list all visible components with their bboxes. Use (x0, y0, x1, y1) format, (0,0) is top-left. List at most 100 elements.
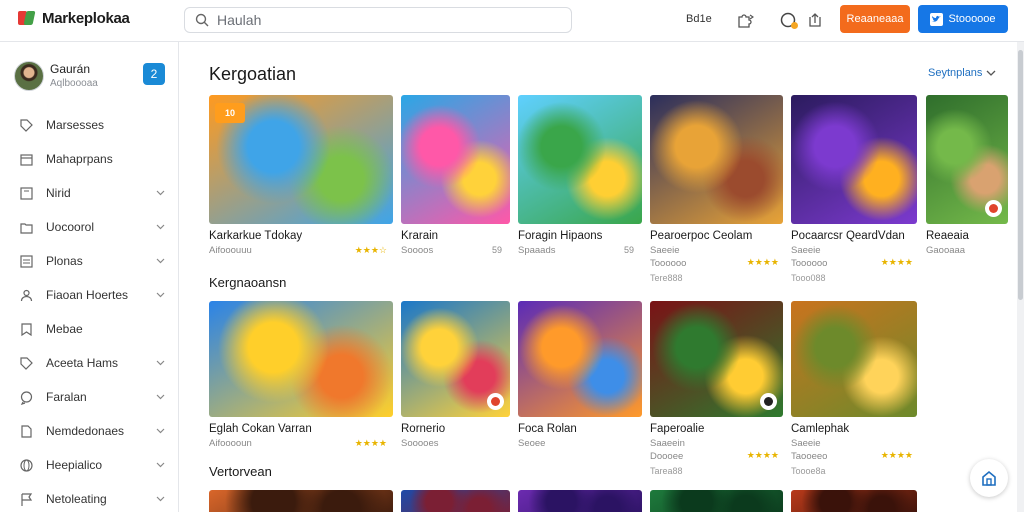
game-thumbnail[interactable] (401, 301, 510, 417)
game-art (791, 95, 917, 224)
game-thumbnail[interactable] (791, 95, 917, 224)
game-thumbnail[interactable] (401, 490, 510, 512)
game-art (209, 301, 393, 417)
game-title: Pearoerpoc Ceolam (650, 230, 753, 242)
game-thumbnail[interactable] (518, 490, 642, 512)
record-icon[interactable] (985, 200, 1002, 217)
game-subtitle-2: Toooooo (791, 258, 828, 269)
chevron-down-icon[interactable] (155, 256, 165, 266)
sidebar-item[interactable]: Aceeta Hams (0, 346, 179, 380)
game-art (650, 490, 783, 512)
game-extra: Tooo088 (791, 273, 826, 283)
calendar-icon (19, 152, 34, 167)
game-title: Eglah Cokan Varran (209, 423, 312, 435)
search-input[interactable] (217, 12, 547, 28)
record-icon[interactable] (487, 393, 504, 410)
sidebar-item-label: Heepialico (46, 458, 103, 472)
rating-stars: ★★★★ (746, 257, 779, 267)
game-art (401, 95, 510, 224)
avatar (14, 61, 44, 91)
game-thumbnail[interactable] (209, 301, 393, 417)
sidebar-item[interactable]: Plonas (0, 244, 179, 278)
game-subtitle: Saeeie (791, 438, 821, 449)
game-meta: 59 (623, 245, 634, 255)
game-thumbnail[interactable] (401, 95, 510, 224)
sidebar-item[interactable]: Netoleating (0, 482, 179, 512)
sidebar-item[interactable]: Marsesses (0, 108, 179, 142)
section-title: Vertorvean (209, 464, 272, 479)
orange-action-button[interactable]: Reaaneaaa (840, 5, 910, 33)
sidebar-item[interactable]: Faralan (0, 380, 179, 414)
app-name: Markeplokaa (42, 9, 130, 27)
sidebar-item-label: Plonas (46, 254, 83, 268)
sidebar-item[interactable]: Heepialico (0, 448, 179, 482)
game-extra: Tere888 (650, 273, 683, 283)
game-thumbnail[interactable] (650, 490, 783, 512)
sidebar-item[interactable]: Mahaprpans (0, 142, 179, 176)
chevron-down-icon[interactable] (155, 358, 165, 368)
count-badge[interactable]: 2 (143, 63, 165, 85)
puzzle-icon[interactable] (734, 9, 756, 31)
chevron-down-icon[interactable] (155, 188, 165, 198)
logo-icon (18, 9, 36, 27)
chevron-down-icon[interactable] (155, 392, 165, 402)
game-extra: Toooe8a (791, 466, 826, 476)
sidebar-item-label: Uocoorol (46, 220, 95, 234)
top-link[interactable]: Bd1e (686, 13, 712, 25)
scrollbar[interactable] (1017, 42, 1024, 512)
game-thumbnail[interactable] (791, 490, 917, 512)
globe-icon (19, 458, 34, 473)
grid-icon (19, 186, 34, 201)
game-thumbnail[interactable] (518, 95, 642, 224)
game-title: Karkarkue Tdokay (209, 230, 303, 242)
game-art (650, 95, 783, 224)
game-thumbnail[interactable] (518, 301, 642, 417)
chevron-down-icon[interactable] (155, 426, 165, 436)
sidebar-item-label: Aceeta Hams (46, 356, 119, 370)
upload-icon[interactable] (804, 9, 826, 31)
game-thumbnail[interactable] (650, 301, 783, 417)
game-subtitle: Saeeie (791, 245, 821, 256)
chevron-down-icon[interactable] (155, 222, 165, 232)
record-icon[interactable] (760, 393, 777, 410)
main-content: Kergoatian Seytnplans Kergnaoansn Vertor… (179, 42, 1024, 512)
sidebar-item-label: Fiaoan Hoertes (46, 288, 129, 302)
scroll-thumb[interactable] (1018, 50, 1023, 300)
game-art (518, 490, 642, 512)
app-logo[interactable]: Markeplokaa (18, 9, 130, 27)
rating-stars: ★★★★ (880, 450, 913, 460)
game-art (791, 301, 917, 417)
sidebar-item[interactable]: Fiaoan Hoertes (0, 278, 179, 312)
sidebar-item[interactable]: Nirid (0, 176, 179, 210)
sidebar: Gaurán Aqlboooaa 2 Marsesses Mahaprpans Ni… (0, 42, 179, 512)
game-subtitle: Aifooooun (209, 438, 252, 449)
blue-action-button[interactable]: Stoooooe (918, 5, 1008, 33)
game-subtitle-2: Toooooo (650, 258, 687, 269)
home-fab-button[interactable] (970, 459, 1008, 497)
chevron-down-icon[interactable] (155, 460, 165, 470)
game-thumbnail[interactable] (791, 301, 917, 417)
sidebar-item-label: Netoleating (46, 492, 107, 506)
game-art (518, 301, 642, 417)
sidebar-item[interactable]: Uocoorol (0, 210, 179, 244)
game-thumbnail[interactable] (926, 95, 1008, 224)
folder-icon (19, 220, 34, 235)
search-bar[interactable] (184, 7, 572, 33)
game-subtitle-2: Taooeeo (791, 451, 828, 462)
notifications-icon[interactable] (777, 9, 799, 31)
sidebar-item-label: Nemdedonaes (46, 424, 125, 438)
tag-icon (19, 356, 34, 371)
sidebar-item[interactable]: Nemdedonaes (0, 414, 179, 448)
notification-dot (791, 22, 798, 29)
chevron-down-icon[interactable] (155, 494, 165, 504)
chat-icon (19, 390, 34, 405)
game-thumbnail[interactable]: 10 (209, 95, 393, 224)
game-thumbnail[interactable] (209, 490, 393, 512)
see-all-link[interactable]: Seytnplans (928, 67, 996, 79)
game-title: Foragin Hipaons (518, 230, 603, 242)
chevron-down-icon[interactable] (155, 290, 165, 300)
section-title: Kergnaoansn (209, 275, 287, 290)
game-subtitle: Aifooouuu (209, 245, 252, 256)
sidebar-item[interactable]: Mebae (0, 312, 179, 346)
game-thumbnail[interactable] (650, 95, 783, 224)
